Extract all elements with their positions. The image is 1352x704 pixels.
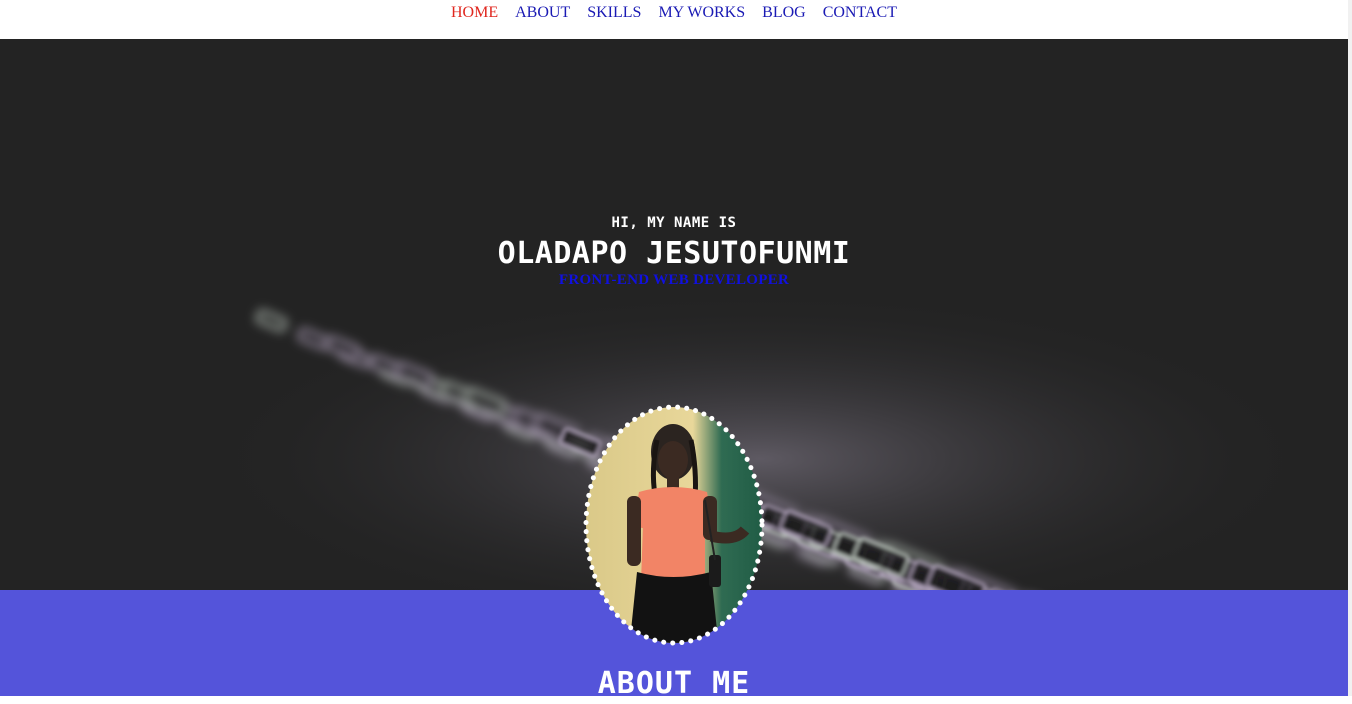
- nav-item-contact: CONTACT: [823, 4, 897, 22]
- scrollbar[interactable]: [1348, 0, 1352, 696]
- hero-role: FRONT-END WEB DEVELOPER: [558, 272, 790, 288]
- nav-link-my-works[interactable]: MY WORKS: [658, 4, 745, 21]
- nav-link-blog[interactable]: BLOG: [762, 4, 806, 21]
- nav-link-skills[interactable]: SKILLS: [587, 4, 641, 21]
- nav-item-my-works: MY WORKS: [658, 4, 745, 22]
- nav-item-skills: SKILLS: [587, 4, 641, 22]
- nav-item-home: HOME: [451, 4, 498, 22]
- nav-item-blog: BLOG: [762, 4, 806, 22]
- top-navigation: HOME ABOUT SKILLS MY WORKS BLOG CONTACT: [0, 0, 1352, 39]
- nav-item-about: ABOUT: [515, 4, 570, 22]
- nav-menu: HOME ABOUT SKILLS MY WORKS BLOG CONTACT: [0, 4, 1348, 22]
- nav-link-home[interactable]: HOME: [451, 4, 498, 21]
- profile-photo: [583, 404, 765, 646]
- about-title: ABOUT ME: [597, 666, 751, 701]
- hero-greeting: HI, MY NAME IS: [611, 215, 737, 231]
- nav-link-about[interactable]: ABOUT: [515, 4, 570, 21]
- hero-name: OLADAPO JESUTOFUNMI: [497, 236, 851, 271]
- nav-link-contact[interactable]: CONTACT: [823, 4, 897, 21]
